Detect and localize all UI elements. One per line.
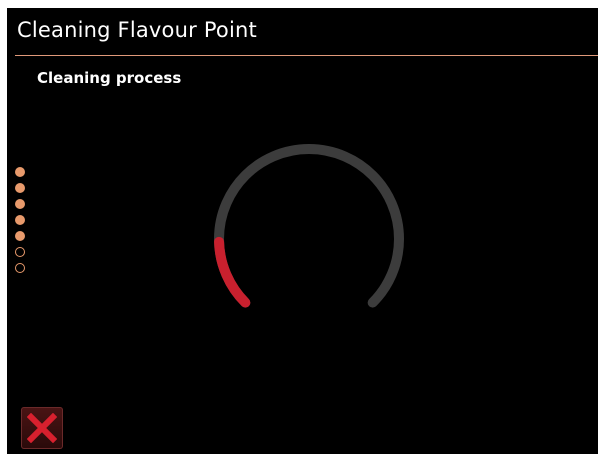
process-label: Cleaning process xyxy=(37,69,182,87)
page-title: Cleaning Flavour Point xyxy=(17,18,257,42)
step-dot-complete xyxy=(15,199,25,209)
step-dot-complete xyxy=(15,215,25,225)
step-indicator xyxy=(15,167,27,279)
close-icon xyxy=(27,413,57,443)
step-dot-complete xyxy=(15,183,25,193)
step-dot-complete xyxy=(15,167,25,177)
step-dot-pending xyxy=(15,263,25,273)
progress-track xyxy=(214,144,404,308)
step-dot-pending xyxy=(15,247,25,257)
cancel-button[interactable] xyxy=(21,407,63,449)
progress-gauge xyxy=(214,144,404,308)
step-dot-complete xyxy=(15,231,25,241)
screen: Cleaning Flavour Point Cleaning process xyxy=(0,0,605,458)
app-panel: Cleaning Flavour Point Cleaning process xyxy=(7,8,598,454)
title-divider xyxy=(15,55,598,56)
progress-fill xyxy=(214,236,251,308)
